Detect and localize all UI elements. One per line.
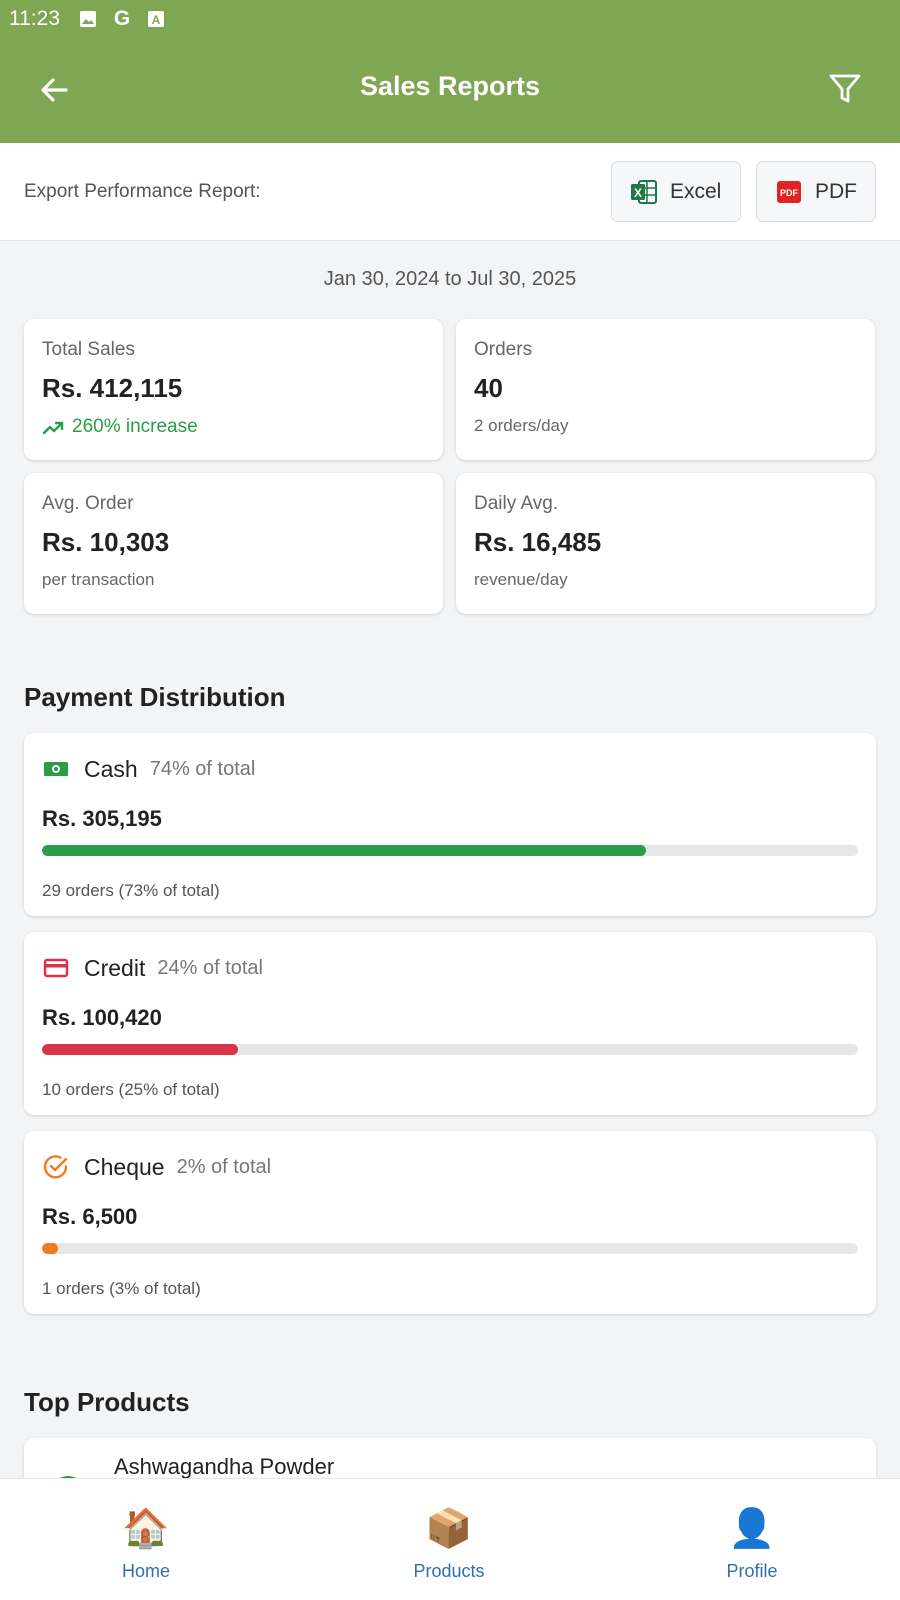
google-icon: G <box>113 7 131 30</box>
nav-products[interactable]: 📦 Products <box>369 1507 529 1582</box>
check-circle-icon <box>42 1153 70 1181</box>
image-icon <box>78 9 98 29</box>
stat-card-total-sales: Total Sales Rs. 412,115 260% increase <box>24 319 443 460</box>
export-bar: Export Performance Report: X Excel PDF P… <box>0 143 900 241</box>
svg-text:X: X <box>634 186 642 200</box>
package-icon: 📦 <box>425 1508 473 1550</box>
export-excel-label: Excel <box>670 179 722 203</box>
payment-card-cheque: Cheque 2% of total Rs. 6,500 1 orders (3… <box>24 1131 876 1314</box>
export-pdf-button[interactable]: PDF PDF <box>756 161 876 222</box>
stat-trend-text: 260% increase <box>72 416 198 437</box>
svg-text:A: A <box>152 13 161 27</box>
payment-orders: 29 orders (73% of total) <box>42 881 220 900</box>
payment-amount: Rs. 305,195 <box>42 806 162 831</box>
stat-value: Rs. 16,485 <box>474 527 602 557</box>
filter-icon[interactable] <box>828 72 862 106</box>
stat-trend: 260% increase <box>42 416 425 438</box>
payment-percent: 74% of total <box>149 757 256 780</box>
nav-home[interactable]: 🏠 Home <box>66 1507 226 1582</box>
stat-value: Rs. 10,303 <box>42 527 170 557</box>
payment-orders: 1 orders (3% of total) <box>42 1279 201 1298</box>
stat-label: Orders <box>474 339 533 360</box>
payment-amount: Rs. 6,500 <box>42 1204 138 1229</box>
trending-up-icon <box>42 416 64 438</box>
payment-amount: Rs. 100,420 <box>42 1005 162 1030</box>
payment-progress-track <box>42 845 858 856</box>
cash-icon <box>42 755 70 783</box>
font-icon: A <box>146 9 166 29</box>
app-bar: Sales Reports <box>0 38 900 143</box>
payment-percent: 24% of total <box>157 956 263 979</box>
date-range: Jan 30, 2024 to Jul 30, 2025 <box>323 268 577 290</box>
nav-profile-label: Profile <box>726 1561 778 1581</box>
product-name: Ashwagandha Powder <box>114 1454 335 1479</box>
stat-value: Rs. 412,115 <box>42 373 183 403</box>
stat-label: Daily Avg. <box>474 493 559 514</box>
payment-card-cash: Cash 74% of total Rs. 305,195 29 orders … <box>24 733 876 916</box>
payment-distribution-title: Payment Distribution <box>24 682 286 712</box>
payment-progress-fill <box>42 1044 238 1055</box>
payment-percent: 2% of total <box>176 1155 272 1178</box>
payment-progress-track <box>42 1243 858 1254</box>
payment-name: Credit <box>84 954 146 981</box>
stat-card-orders: Orders 40 2 orders/day <box>456 319 875 460</box>
status-time: 11:23 <box>9 7 60 30</box>
payment-orders: 10 orders (25% of total) <box>42 1080 220 1099</box>
payment-progress-track <box>42 1044 858 1055</box>
export-excel-button[interactable]: X Excel <box>611 161 741 222</box>
stat-label: Total Sales <box>42 339 135 360</box>
bottom-nav: 🏠 Home 📦 Products 👤 Profile <box>0 1478 900 1600</box>
nav-products-label: Products <box>413 1561 485 1581</box>
stat-card-avg-order: Avg. Order Rs. 10,303 per transaction <box>24 473 443 614</box>
page-title: Sales Reports <box>359 71 541 101</box>
stat-sub: per transaction <box>42 570 155 589</box>
payment-progress-fill <box>42 1243 59 1254</box>
payment-name: Cash <box>84 755 138 782</box>
nav-profile[interactable]: 👤 Profile <box>672 1507 832 1582</box>
svg-text:PDF: PDF <box>780 188 799 198</box>
house-icon: 🏠 <box>122 1508 170 1550</box>
credit-card-icon <box>42 954 70 982</box>
payment-progress-fill <box>42 845 646 856</box>
export-label: Export Performance Report: <box>24 181 261 202</box>
status-bar: 11:23 G A <box>0 0 900 38</box>
top-products-title: Top Products <box>24 1387 190 1417</box>
export-pdf-label: PDF <box>815 179 857 203</box>
stat-value: 40 <box>474 373 503 403</box>
stat-label: Avg. Order <box>42 493 134 514</box>
payment-name: Cheque <box>84 1153 165 1180</box>
stat-sub: 2 orders/day <box>474 416 569 435</box>
stat-sub: revenue/day <box>474 570 568 589</box>
payment-card-credit: Credit 24% of total Rs. 100,420 10 order… <box>24 932 876 1115</box>
stat-card-daily-avg: Daily Avg. Rs. 16,485 revenue/day <box>456 473 875 614</box>
nav-home-label: Home <box>121 1561 170 1581</box>
person-icon: 👤 <box>728 1508 776 1550</box>
pdf-icon: PDF <box>775 178 803 206</box>
excel-icon: X <box>630 178 658 206</box>
